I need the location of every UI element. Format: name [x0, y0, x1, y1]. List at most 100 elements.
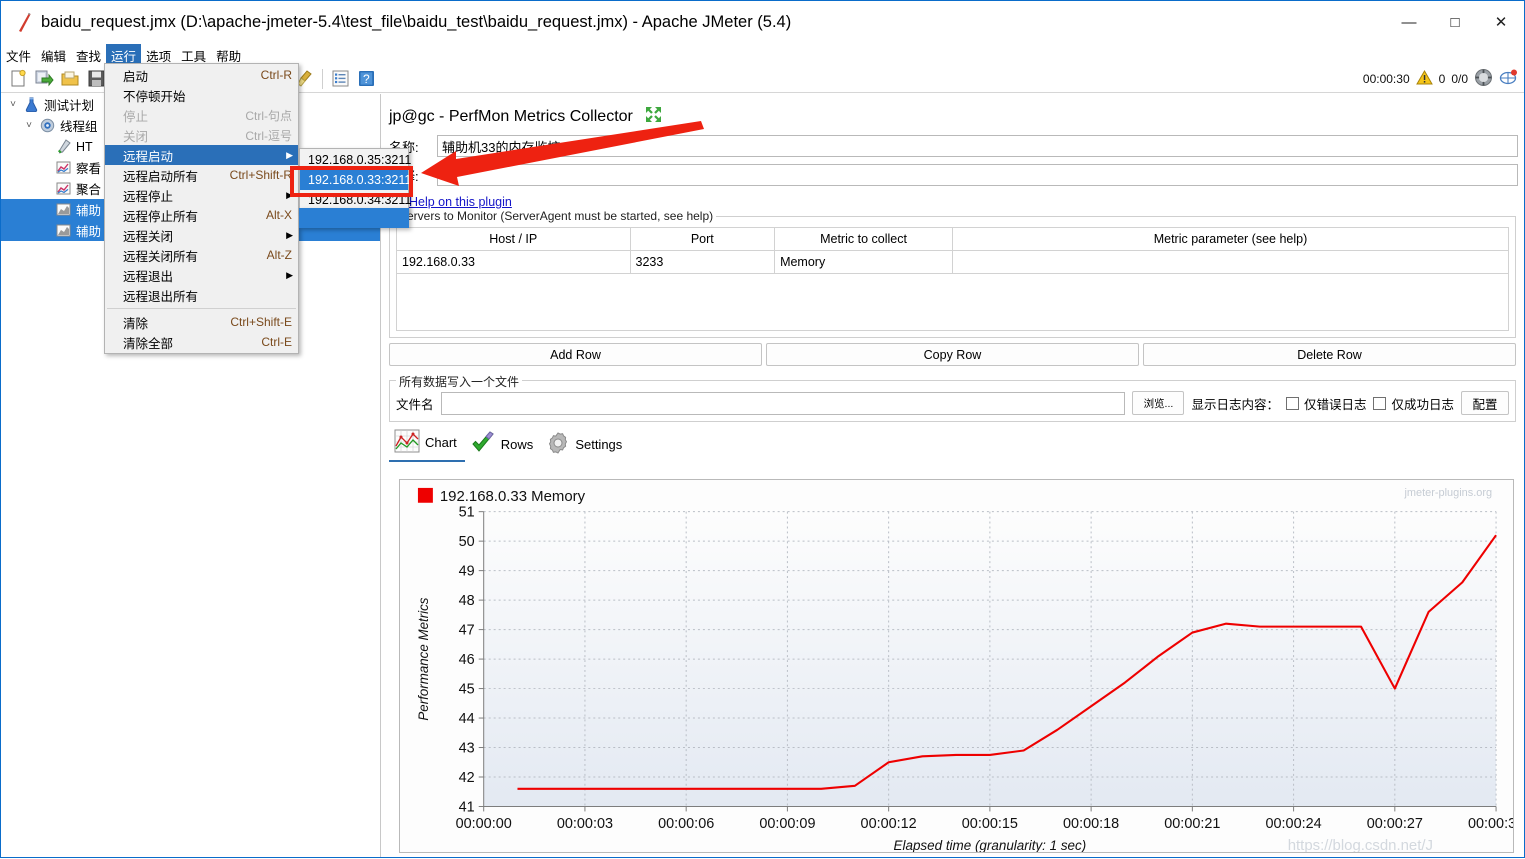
run-menu-item-6[interactable]: 远程启动所有 Ctrl+Shift-R [105, 165, 298, 185]
help-icon[interactable]: ? [354, 67, 378, 91]
comment-input[interactable] [437, 164, 1518, 186]
run-menu-item-1[interactable]: 启动 Ctrl-R [105, 65, 298, 85]
run-menu-item-9[interactable]: 远程关闭 ▶ [105, 225, 298, 245]
servers-col-header-1[interactable]: Host / IP [396, 227, 631, 251]
remote-start-submenu[interactable]: 192.168.0.35:3211 192.168.0.33:3211 192.16… [299, 148, 411, 212]
chart-x-tick-label: 00:00:00 [456, 816, 512, 832]
chart-y-tick-label: 47 [459, 623, 475, 639]
success-only-checkbox-box[interactable] [1373, 396, 1387, 410]
chevron-down-icon[interactable]: ˅ [21, 120, 37, 131]
add-row-button[interactable]: Add Row [389, 343, 762, 366]
chart-legend-swatch[interactable] [417, 487, 433, 503]
copy-row-button[interactable]: Copy Row [766, 343, 1139, 366]
run-menu-item-label: 远程停止 [123, 189, 174, 204]
tree-item-label: 聚合 [76, 183, 102, 197]
help-on-plugin-link[interactable]: Help on this plugin [409, 195, 512, 209]
run-menu-item-accelerator: Ctrl-R [260, 68, 292, 82]
error-only-checkbox[interactable]: 仅错误日志 [1285, 394, 1366, 413]
chart-y-tick-label: 45 [459, 682, 475, 698]
thread-group-icon [37, 118, 57, 133]
open-templates-icon[interactable] [32, 67, 56, 91]
menu-7[interactable]: 帮助 [211, 44, 246, 65]
tree-item-label: 辅助 [76, 225, 102, 239]
chart-y-tick-label: 50 [459, 534, 475, 550]
servers-table-empty-area[interactable] [396, 274, 1509, 331]
servers-group-legend: Servers to Monitor (ServerAgent must be … [396, 209, 717, 223]
http-request-icon [53, 139, 73, 154]
servers-table-body: 192.168.0.33 3233 Memory [396, 250, 1510, 274]
open-folder-icon[interactable] [58, 67, 82, 91]
servers-cell[interactable]: 192.168.0.33 [396, 250, 631, 274]
servers-col-header-4[interactable]: Metric parameter (see help) [951, 227, 1510, 251]
svg-text:?: ? [363, 72, 370, 86]
run-menu-item-label: 远程启动 [123, 149, 174, 164]
menu-5[interactable]: 选项 [141, 44, 176, 65]
run-menu-popup[interactable]: 启动 Ctrl-R 不停顿开始 停止 Ctrl-句点 关闭 Ctrl-逗号 远程启动 ▶ 远程启动… [104, 63, 299, 354]
remote-engines-icon[interactable] [1499, 68, 1518, 90]
test-plan-icon [21, 97, 41, 112]
remote-start-item-3[interactable]: 192.168.0.34:3211 [300, 190, 411, 210]
function-helper-icon[interactable] [328, 67, 352, 91]
remote-start-item-2[interactable]: 192.168.0.33:3211 [300, 170, 411, 190]
run-menu-item-5[interactable]: 远程启动 ▶ [105, 145, 298, 165]
success-only-checkbox[interactable]: 仅成功日志 [1373, 394, 1454, 413]
servers-cell[interactable]: 3233 [629, 250, 776, 274]
remote-start-item-1[interactable]: 192.168.0.35:3211 [300, 150, 411, 170]
configure-button[interactable]: 配置 [1461, 391, 1509, 415]
run-menu-item-15[interactable]: 清除全部 Ctrl-E [105, 332, 298, 352]
chevron-right-icon: ▶ [286, 149, 293, 160]
panel-header: jp@gc - PerfMon Metrics Collector [381, 94, 1524, 128]
error-only-checkbox-box[interactable] [1285, 396, 1299, 410]
delete-row-button[interactable]: Delete Row [1143, 343, 1516, 366]
elapsed-time: 00:00:30 [1362, 71, 1410, 86]
menu-bar: 文件 编辑 查找 运行 选项 工具 帮助 [1, 44, 1524, 65]
menu-1[interactable]: 文件 [1, 44, 36, 65]
close-button[interactable]: ✕ [1478, 1, 1524, 44]
filename-label: 文件名 [396, 397, 434, 412]
menu-4[interactable]: 运行 [106, 44, 142, 65]
servers-cell[interactable] [951, 250, 1510, 274]
menu-2[interactable]: 编辑 [36, 44, 71, 65]
name-input[interactable] [437, 135, 1518, 157]
chevron-right-icon: ▶ [286, 269, 293, 280]
chevron-down-icon[interactable]: ˅ [5, 99, 21, 110]
menu-3[interactable]: 查找 [71, 44, 106, 65]
tab-chart[interactable]: Chart [389, 425, 465, 462]
chart-svg: 41 42 43 44 45 46 47 48 49 50 51 00:00:00 00:00:03 00… [400, 480, 1524, 854]
expand-arrows-icon[interactable] [645, 106, 662, 128]
servers-cell[interactable]: Memory [774, 250, 953, 274]
run-menu-item-7[interactable]: 远程停止 ▶ [105, 185, 298, 205]
servers-col-header-2[interactable]: Port [629, 227, 776, 251]
toolbar-separator [322, 68, 323, 89]
run-menu-item-8[interactable]: 远程停止所有 Alt-X [105, 205, 298, 225]
run-menu-item-accelerator: Ctrl-E [261, 335, 292, 349]
maximize-button[interactable]: □ [1432, 1, 1478, 44]
run-menu-item-12[interactable]: 远程退出所有 [105, 285, 298, 305]
filename-row: 文件名 浏览... 显示日志内容： 仅错误日志 仅成功日志 配置 [396, 391, 1509, 415]
chart-x-tick-label: 00:00:03 [557, 816, 613, 832]
warning-count: 0 [1438, 71, 1446, 86]
check-icon [470, 431, 496, 458]
run-menu-item-11[interactable]: 远程退出 ▶ [105, 265, 298, 285]
run-menu-item-14[interactable]: 清除 Ctrl+Shift-E [105, 312, 298, 332]
run-menu-item-2[interactable]: 不停顿开始 [105, 85, 298, 105]
active-threads-icon[interactable] [1474, 68, 1493, 90]
blog-watermark: https://blog.csdn.net/J____ [1288, 838, 1467, 852]
run-menu-item-accelerator: Ctrl-逗号 [245, 128, 292, 143]
browse-button[interactable]: 浏览... [1132, 391, 1185, 415]
servers-col-header-3[interactable]: Metric to collect [774, 227, 953, 251]
comment-field-row: 注释: [389, 164, 1518, 186]
table-row[interactable]: 192.168.0.33 3233 Memory [396, 250, 1510, 274]
run-menu-item-10[interactable]: 远程关闭所有 Alt-Z [105, 245, 298, 265]
run-menu-item-label: 远程停止所有 [123, 209, 199, 224]
menu-6[interactable]: 工具 [176, 44, 211, 65]
run-menu-item-4: 关闭 Ctrl-逗号 [105, 125, 298, 145]
chevron-right-icon: ▶ [286, 229, 293, 240]
submenu-trailing-strip [299, 208, 409, 228]
tab-rows[interactable]: Rows [465, 427, 542, 462]
tab-settings[interactable]: Settings [541, 427, 630, 462]
perfmon-icon [53, 202, 73, 217]
new-file-icon[interactable] [6, 67, 30, 91]
minimize-button[interactable]: — [1386, 1, 1432, 44]
filename-input[interactable] [440, 391, 1126, 415]
